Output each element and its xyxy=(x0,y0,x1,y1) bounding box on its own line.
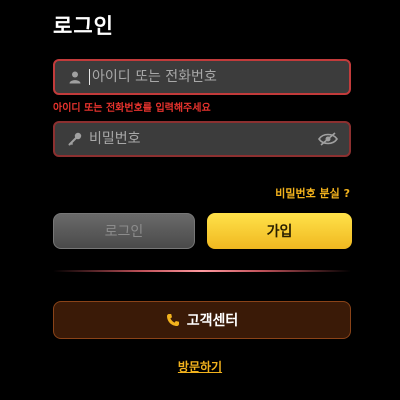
page-title: 로그인 xyxy=(53,14,114,38)
login-button[interactable]: 로그인 xyxy=(53,213,195,249)
password-input[interactable] xyxy=(89,131,317,147)
visit-link-container: 방문하기 xyxy=(0,356,400,375)
customer-support-label: 고객센터 xyxy=(186,313,239,329)
signup-button[interactable]: 가입 xyxy=(207,213,352,249)
phone-icon xyxy=(166,313,180,327)
key-icon xyxy=(68,132,82,146)
password-field[interactable] xyxy=(53,121,351,157)
id-input[interactable] xyxy=(92,69,349,85)
eye-off-icon[interactable] xyxy=(317,131,339,147)
user-icon xyxy=(68,70,82,84)
id-field[interactable] xyxy=(53,59,351,95)
visit-link[interactable]: 방문하기 xyxy=(178,360,222,374)
text-cursor xyxy=(89,69,90,85)
forgot-password-link[interactable]: 비밀번호 분실 ? xyxy=(275,185,350,201)
customer-support-button[interactable]: 고객센터 xyxy=(53,301,351,339)
divider xyxy=(53,270,351,272)
id-error-message: 아이디 또는 전화번호를 입력해주세요 xyxy=(53,103,211,114)
